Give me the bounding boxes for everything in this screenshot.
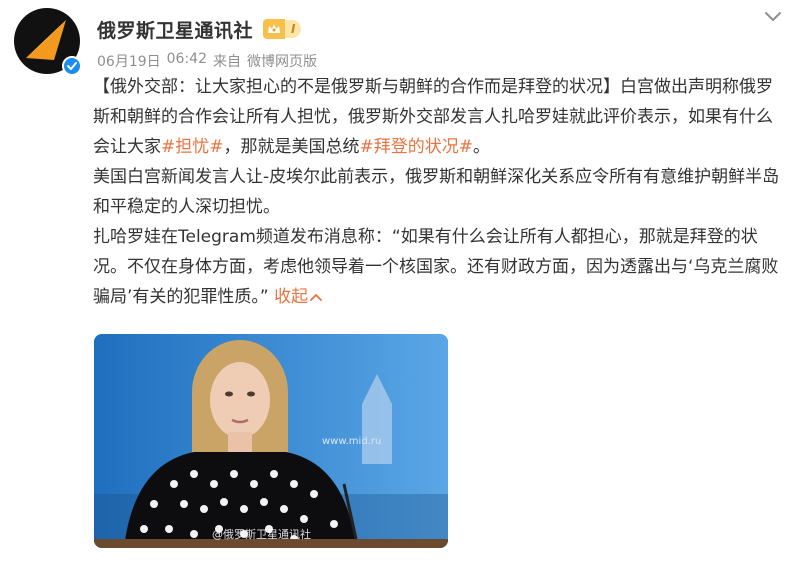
vip-badge[interactable]: I xyxy=(263,18,302,40)
verified-icon xyxy=(62,56,82,76)
photo-illustration: www.mid.ru xyxy=(94,334,448,548)
post-image[interactable]: www.mid.ru @俄罗斯卫星通讯社 xyxy=(94,334,448,548)
paragraph-3-text: 扎哈罗娃在Telegram频道发布消息称：“如果有什么会让所有人都担心，那就是拜… xyxy=(93,227,779,307)
post-title: 【俄外交部：让大家担心的不是俄罗斯与朝鲜的合作而是拜登的状况】 xyxy=(93,77,620,97)
topic-link-worry[interactable]: #担忧# xyxy=(161,137,224,157)
chevron-down-icon xyxy=(765,12,781,21)
post-source: 微博网页版 xyxy=(247,54,317,70)
vip-crown-icon xyxy=(263,19,286,39)
source-prefix: 来自 xyxy=(213,54,241,70)
post-time[interactable]: 06:42 xyxy=(167,51,207,71)
chevron-up-icon xyxy=(310,294,323,301)
more-options-button[interactable] xyxy=(762,6,784,28)
paragraph-1-text-b: ，那就是美国总统 xyxy=(223,137,360,157)
post-content: 【俄外交部：让大家担心的不是俄罗斯与朝鲜的合作而是拜登的状况】白宫做出声明称俄罗… xyxy=(93,72,788,312)
paragraph-1-text-c: 。 xyxy=(473,137,490,157)
topic-link-biden-status[interactable]: #拜登的状况# xyxy=(360,137,474,157)
paragraph-2: 美国白宫新闻发言人让-皮埃尔此前表示，俄罗斯和朝鲜深化关系应令所有有意维护朝鲜半… xyxy=(93,167,780,217)
image-watermark: @俄罗斯卫星通讯社 xyxy=(212,528,311,541)
post-meta: 06月19日 06:42 来自 微博网页版 xyxy=(97,51,317,71)
collapse-button[interactable]: 收起 xyxy=(274,287,323,307)
vip-level: I xyxy=(285,20,302,38)
post-header: 俄罗斯卫星通讯社 I xyxy=(97,16,302,43)
avatar[interactable] xyxy=(14,8,82,76)
post-date[interactable]: 06月19日 xyxy=(97,51,161,71)
paragraph-1: 【俄外交部：让大家担心的不是俄罗斯与朝鲜的合作而是拜登的状况】白宫做出声明称俄罗… xyxy=(93,72,788,162)
author-name[interactable]: 俄罗斯卫星通讯社 xyxy=(97,16,253,43)
paragraph-3: 扎哈罗娃在Telegram频道发布消息称：“如果有什么会让所有人都担心，那就是拜… xyxy=(93,222,788,312)
collapse-label: 收起 xyxy=(274,287,309,307)
